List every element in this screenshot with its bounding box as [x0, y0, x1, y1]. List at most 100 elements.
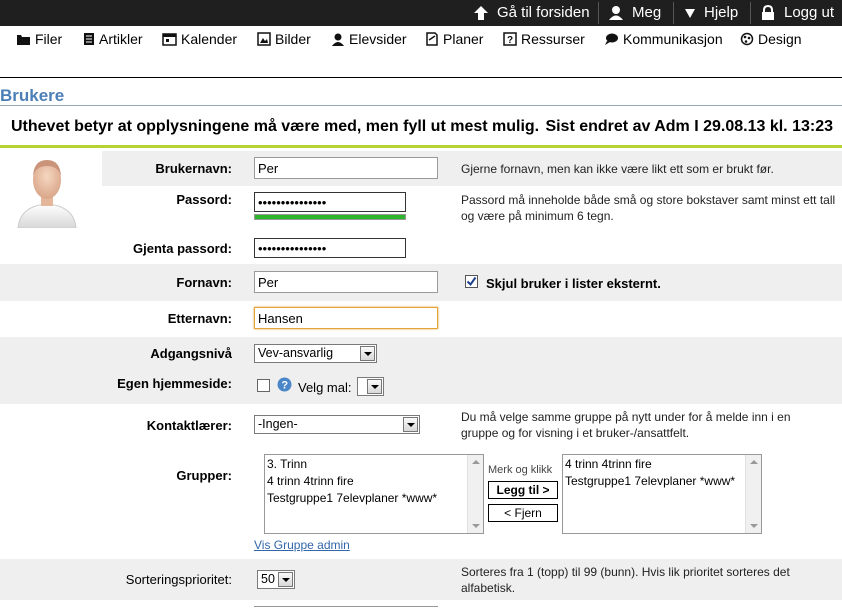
sort-priority-value: 50 [261, 572, 275, 586]
menu-item-student-pages[interactable]: Elevsider [331, 30, 407, 48]
lock-icon [762, 5, 774, 20]
chevron-down-icon [367, 379, 382, 394]
menu-item-files[interactable]: Filer [16, 30, 62, 48]
homepage-checkbox[interactable] [257, 379, 270, 392]
image-icon [257, 32, 271, 46]
page-title: Brukere [0, 86, 65, 105]
list-item[interactable]: 3. Trinn [267, 456, 481, 473]
menu-item-label: Elevsider [349, 31, 407, 47]
contact-teacher-select[interactable]: -Ingen- [254, 415, 420, 434]
home-link[interactable]: Gå til forsiden [473, 0, 590, 26]
selected-groups-list[interactable]: 4 trinn 4trinn fire Testgruppe1 7elevpla… [562, 454, 762, 534]
firstname-input[interactable] [254, 271, 438, 293]
lastname-label: Etternavn: [167, 311, 232, 326]
logout-link-label: Logg ut [784, 4, 835, 21]
home-icon [474, 6, 488, 20]
scrollbar[interactable] [467, 455, 483, 533]
articles-icon [84, 33, 94, 45]
divider [598, 2, 599, 24]
menu-item-label: Kalender [181, 31, 238, 47]
list-item[interactable]: 4 trinn 4trinn fire [565, 456, 759, 473]
menu-item-design[interactable]: Design [740, 30, 802, 48]
password-strength-fill [255, 215, 405, 219]
contact-teacher-label: Kontaktlærer: [146, 418, 232, 433]
list-item[interactable]: 4 trinn 4trinn fire [267, 473, 481, 490]
menu-item-label: Filer [35, 31, 63, 47]
available-groups-list[interactable]: 3. Trinn 4 trinn 4trinn fire Testgruppe1… [264, 454, 484, 534]
template-select[interactable] [357, 377, 384, 396]
top-bar: Gå til forsiden Meg Hjelp Logg ut [0, 0, 842, 26]
main-menu: Filer Artikler Kalender Bilder Elevsider… [0, 26, 842, 78]
divider [750, 2, 751, 24]
home-link-label: Gå til forsiden [497, 4, 590, 21]
last-modified: Sist endret av Adm I 29.08.13 kl. 13:23 [545, 118, 833, 135]
student-icon [332, 33, 344, 46]
arrow-down-icon [685, 9, 695, 18]
username-label: Brukernavn: [155, 161, 232, 176]
repeat-password-row: Gjenta passord: [0, 234, 842, 262]
me-link-label: Meg [632, 4, 662, 21]
info-bar: Uthevet betyr at opplysningene må være m… [0, 106, 842, 148]
chat-icon [605, 33, 618, 45]
list-item[interactable]: Testgruppe1 7elevplaner *www* [267, 490, 481, 507]
password-hint: Passord må inneholde både små og store b… [461, 193, 836, 223]
access-level-select[interactable]: Vev-ansvarlig [254, 344, 377, 363]
group-admin-link[interactable]: Vis Gruppe admin [254, 538, 350, 552]
groups-row: Kontaktlærer: -Ingen- Du må velge samme … [0, 404, 842, 559]
menu-item-articles[interactable]: Artikler [83, 30, 143, 48]
homepage-label: Egen hjemmeside: [117, 376, 232, 391]
menu-item-label: Planer [443, 31, 484, 47]
next-row [0, 600, 842, 608]
hide-user-label: Skjul bruker i lister eksternt. [486, 276, 661, 291]
calendar-icon [162, 33, 177, 46]
firstname-row: Fornavn: Skjul bruker i lister eksternt. [0, 264, 842, 301]
help-icon[interactable]: ? [277, 377, 292, 392]
folder-icon [17, 35, 30, 45]
menu-item-communication[interactable]: Kommunikasjon [604, 30, 723, 48]
username-input[interactable] [254, 157, 438, 179]
groups-label: Grupper: [176, 468, 232, 483]
list-item[interactable]: Testgruppe1 7elevplaner *www* [565, 473, 759, 490]
access-level-value: Vev-ansvarlig [258, 346, 334, 360]
username-row: Brukernavn: Gjerne fornavn, men kan ikke… [0, 151, 842, 186]
remove-group-button[interactable]: < Fjern [488, 504, 558, 522]
hide-user-checkbox[interactable] [465, 275, 478, 288]
menu-item-label: Ressurser [521, 31, 585, 47]
plan-icon [426, 32, 438, 46]
add-group-button[interactable]: Legg til > [488, 481, 558, 499]
lastname-row: Etternavn: [0, 301, 842, 337]
lastname-input[interactable] [254, 307, 438, 329]
menu-item-label: Bilder [275, 31, 311, 47]
me-link[interactable]: Meg [608, 0, 661, 26]
svg-text:?: ? [281, 380, 288, 392]
password-input[interactable] [254, 192, 406, 212]
menu-item-images[interactable]: Bilder [257, 30, 311, 48]
user-icon [609, 6, 623, 20]
chevron-down-icon [403, 417, 418, 432]
sort-priority-select[interactable]: 50 [257, 570, 295, 589]
access-level-label: Adgangsnivå [150, 346, 232, 361]
menu-item-plans[interactable]: Planer [425, 30, 483, 48]
menu-item-label: Kommunikasjon [623, 31, 723, 47]
sort-priority-row: Sorteringsprioritet: 50 Sorteres fra 1 (… [0, 559, 842, 600]
access-row: Adgangsnivå Vev-ansvarlig Egen hjemmesid… [0, 337, 842, 404]
password-strength-meter [254, 214, 406, 220]
scrollbar[interactable] [745, 455, 761, 533]
contact-teacher-value: -Ingen- [258, 417, 298, 431]
help-link[interactable]: Hjelp [684, 0, 738, 26]
repeat-password-input[interactable] [254, 238, 406, 258]
template-label: Velg mal: [298, 380, 352, 395]
menu-item-calendar[interactable]: Kalender [162, 30, 237, 48]
password-row: Passord: Passord må inneholde både små o… [0, 186, 842, 234]
password-label: Passord: [176, 192, 232, 207]
contact-teacher-hint: Du må velge samme gruppe på nytt under f… [461, 410, 791, 440]
svg-text:?: ? [507, 35, 513, 46]
menu-item-resources[interactable]: ? Ressurser [503, 30, 585, 48]
sort-priority-label: Sorteringsprioritet: [125, 572, 232, 587]
firstname-label: Fornavn: [176, 275, 232, 290]
resource-icon: ? [503, 32, 517, 46]
repeat-password-label: Gjenta passord: [133, 241, 232, 256]
design-icon [740, 32, 754, 46]
logout-link[interactable]: Logg ut [760, 0, 834, 26]
menu-item-label: Artikler [99, 31, 143, 47]
